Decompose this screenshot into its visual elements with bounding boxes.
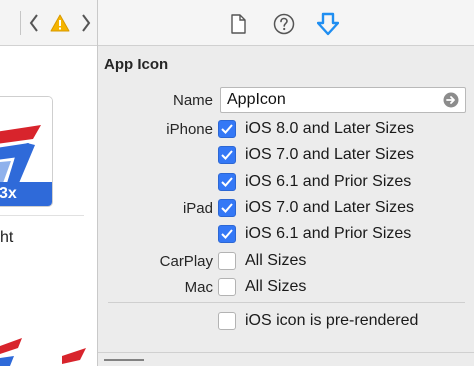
checkbox-label: iOS 6.1 and Prior Sizes bbox=[245, 225, 412, 242]
file-inspector-tab[interactable] bbox=[226, 12, 250, 36]
attributes-inspector-tab[interactable] bbox=[316, 12, 340, 36]
app-icon-well-3x[interactable]: 3x bbox=[0, 96, 53, 207]
checkbox-label: All Sizes bbox=[245, 278, 307, 295]
checkbox-checked-icon[interactable] bbox=[218, 199, 236, 217]
checkbox-checked-icon[interactable] bbox=[218, 120, 236, 138]
file-icon bbox=[231, 14, 246, 34]
next-section-header bbox=[98, 352, 474, 366]
toolbar-separator bbox=[20, 11, 21, 35]
attributes-icon bbox=[317, 12, 339, 36]
iphone-ios61-checkbox-row[interactable]: iOS 6.1 and Prior Sizes bbox=[218, 171, 411, 193]
jump-bar bbox=[0, 0, 98, 46]
asset-editor-pane: 3x ht bbox=[0, 0, 98, 366]
warning-icon[interactable] bbox=[50, 14, 70, 32]
go-to-arrow-icon[interactable] bbox=[443, 92, 459, 108]
name-value: AppIcon bbox=[227, 91, 286, 108]
checkbox-label: iOS icon is pre-rendered bbox=[245, 312, 419, 329]
quick-help-tab[interactable] bbox=[272, 12, 296, 36]
app-icon-thumbnails bbox=[0, 338, 86, 366]
icon-scale-label: 3x bbox=[0, 182, 52, 206]
section-separator bbox=[108, 302, 465, 303]
mac-group-label: Mac bbox=[184, 279, 213, 296]
mac-all-sizes-checkbox-row[interactable]: All Sizes bbox=[218, 276, 306, 298]
section-title: App Icon bbox=[104, 56, 169, 73]
checkbox-checked-icon[interactable] bbox=[218, 146, 236, 164]
pane-divider[interactable] bbox=[97, 0, 98, 366]
iphone-group-label: iPhone bbox=[166, 121, 213, 138]
carplay-all-sizes-checkbox-row[interactable]: All Sizes bbox=[218, 250, 306, 272]
iphone-ios7-checkbox-row[interactable]: iOS 7.0 and Later Sizes bbox=[218, 144, 414, 166]
name-label: Name bbox=[172, 92, 213, 109]
checkbox-label: iOS 8.0 and Later Sizes bbox=[245, 120, 414, 137]
ipad-ios61-checkbox-row[interactable]: iOS 6.1 and Prior Sizes bbox=[218, 223, 411, 245]
inspector-tab-bar bbox=[98, 0, 474, 46]
carplay-group-label: CarPlay bbox=[159, 253, 213, 270]
chevron-left-icon[interactable] bbox=[26, 12, 42, 34]
chevron-right-icon[interactable] bbox=[78, 12, 94, 34]
checkbox-unchecked-icon[interactable] bbox=[218, 252, 236, 270]
iphone-ios8-checkbox-row[interactable]: iOS 8.0 and Later Sizes bbox=[218, 118, 414, 140]
prerendered-checkbox-row[interactable]: iOS icon is pre-rendered bbox=[218, 310, 418, 332]
icon-group-label-fragment: ht bbox=[0, 229, 14, 246]
clipped-section-title bbox=[104, 359, 144, 365]
checkbox-unchecked-icon[interactable] bbox=[218, 278, 236, 296]
divider bbox=[0, 215, 84, 216]
ipad-ios7-checkbox-row[interactable]: iOS 7.0 and Later Sizes bbox=[218, 197, 414, 219]
checkbox-label: iOS 6.1 and Prior Sizes bbox=[245, 173, 412, 190]
checkbox-label: iOS 7.0 and Later Sizes bbox=[245, 199, 414, 216]
help-icon bbox=[273, 13, 295, 35]
app-icon-name-field[interactable]: AppIcon bbox=[220, 87, 466, 113]
checkbox-label: All Sizes bbox=[245, 252, 307, 269]
checkbox-unchecked-icon[interactable] bbox=[218, 312, 236, 330]
checkbox-label: iOS 7.0 and Later Sizes bbox=[245, 146, 414, 163]
checkbox-checked-icon[interactable] bbox=[218, 225, 236, 243]
ipad-group-label: iPad bbox=[182, 200, 213, 217]
checkbox-checked-icon[interactable] bbox=[218, 173, 236, 191]
app-icon-image bbox=[0, 97, 52, 183]
